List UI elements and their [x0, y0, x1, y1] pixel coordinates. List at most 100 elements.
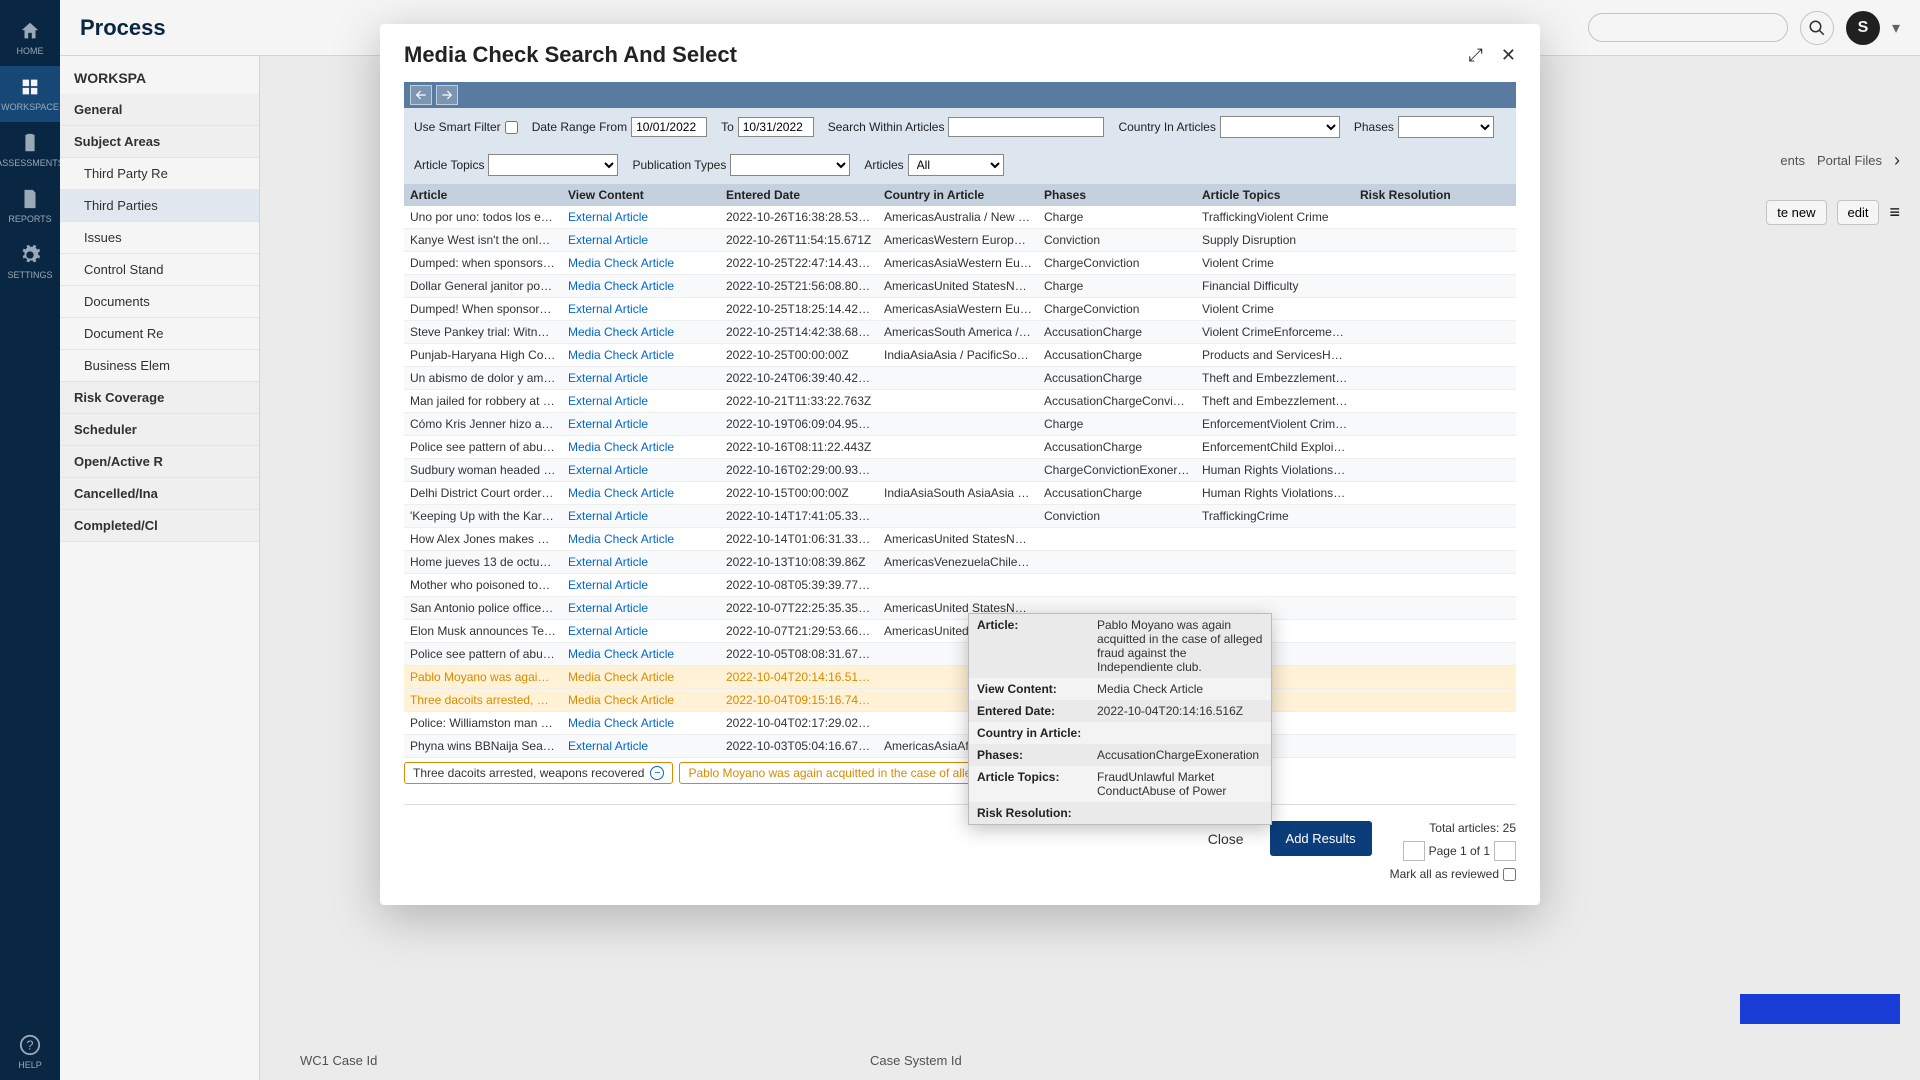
table-cell	[1354, 712, 1512, 734]
table-cell	[878, 436, 1038, 458]
phases-filter-select[interactable]	[1398, 116, 1494, 138]
table-cell[interactable]: External Article	[562, 597, 720, 619]
th-article[interactable]: Article	[404, 184, 562, 206]
table-row[interactable]: Three dacoits arrested, weapon...Media C…	[404, 689, 1516, 712]
table-cell[interactable]: Media Check Article	[562, 643, 720, 665]
table-cell	[1354, 459, 1512, 481]
table-row[interactable]: Pablo Moyano was again acquitt...Media C…	[404, 666, 1516, 689]
pubtypes-filter-label: Publication Types	[632, 158, 726, 172]
table-cell[interactable]: External Article	[562, 298, 720, 320]
table-cell[interactable]: External Article	[562, 413, 720, 435]
th-topics[interactable]: Article Topics	[1196, 184, 1354, 206]
table-cell: 2022-10-25T14:42:38.683Z	[720, 321, 878, 343]
table-cell: Cómo Kris Jenner hizo a las Kar...	[404, 413, 562, 435]
smart-filter-checkbox[interactable]	[505, 121, 518, 134]
table-row[interactable]: Phyna wins BBNaija Season 7, N...Externa…	[404, 735, 1516, 758]
table-cell: Products and ServicesHuman Ri...	[1196, 344, 1354, 366]
table-cell[interactable]: Media Check Article	[562, 689, 720, 711]
tooltip-value: 2022-10-04T20:14:16.516Z	[1097, 704, 1263, 718]
table-cell: 2022-10-25T21:56:08.802Z	[720, 275, 878, 297]
table-row[interactable]: Sudbury woman headed to the ...External …	[404, 459, 1516, 482]
expand-icon[interactable]: ⤢	[1469, 45, 1483, 66]
chip-remove-icon[interactable]: −	[650, 766, 664, 780]
articles-filter-label: Articles	[864, 158, 903, 172]
table-cell[interactable]: Media Check Article	[562, 344, 720, 366]
table-cell: Phyna wins BBNaija Season 7, N...	[404, 735, 562, 757]
table-row[interactable]: Steve Pankey trial: Witness highl...Medi…	[404, 321, 1516, 344]
table-row[interactable]: Dollar General janitor pours ble...Media…	[404, 275, 1516, 298]
table-row[interactable]: Home jueves 13 de octubre de 2...Externa…	[404, 551, 1516, 574]
table-cell	[878, 413, 1038, 435]
table-cell[interactable]: External Article	[562, 367, 720, 389]
tooltip-label: Article Topics:	[977, 770, 1097, 798]
table-cell[interactable]: Media Check Article	[562, 275, 720, 297]
table-row[interactable]: Kanye West isn't the only celebri...Exte…	[404, 229, 1516, 252]
toolbar-back-button[interactable]	[410, 85, 432, 105]
table-row[interactable]: Police: Williamston man charge...Media C…	[404, 712, 1516, 735]
table-row[interactable]: Man jailed for robbery at Darwe...Extern…	[404, 390, 1516, 413]
th-phases[interactable]: Phases	[1038, 184, 1196, 206]
table-row[interactable]: Police see pattern of abuse in to...Medi…	[404, 436, 1516, 459]
table-cell[interactable]: External Article	[562, 620, 720, 642]
page-indicator: Page 1 of 1	[1429, 844, 1490, 858]
table-row[interactable]: Mother who poisoned toddler re...Externa…	[404, 574, 1516, 597]
page-prev-button[interactable]	[1403, 841, 1425, 861]
table-cell[interactable]: Media Check Article	[562, 712, 720, 734]
table-row[interactable]: Delhi District Court order: Kirti K...Me…	[404, 482, 1516, 505]
table-cell[interactable]: External Article	[562, 505, 720, 527]
table-cell[interactable]: Media Check Article	[562, 321, 720, 343]
table-cell	[878, 459, 1038, 481]
table-cell[interactable]: External Article	[562, 574, 720, 596]
toolbar-forward-button[interactable]	[436, 85, 458, 105]
table-cell[interactable]: Media Check Article	[562, 436, 720, 458]
table-cell: Kanye West isn't the only celebri...	[404, 229, 562, 251]
search-articles-input[interactable]	[948, 117, 1104, 137]
table-cell: AccusationCharge	[1038, 344, 1196, 366]
table-cell[interactable]: External Article	[562, 551, 720, 573]
th-date[interactable]: Entered Date	[720, 184, 878, 206]
date-to-input[interactable]	[738, 117, 814, 137]
table-row[interactable]: Dumped: when sponsors cut tie...Media Ch…	[404, 252, 1516, 275]
table-row[interactable]: Un abismo de dolor y amor: las ...Extern…	[404, 367, 1516, 390]
table-cell[interactable]: Media Check Article	[562, 528, 720, 550]
table-cell	[1354, 574, 1512, 596]
table-cell: AmericasUnited StatesNorth Am...	[878, 528, 1038, 550]
th-risk[interactable]: Risk Resolution	[1354, 184, 1512, 206]
mark-reviewed-checkbox[interactable]	[1503, 868, 1516, 881]
close-button[interactable]: Close	[1200, 821, 1252, 857]
th-view[interactable]: View Content	[562, 184, 720, 206]
topics-filter-select[interactable]	[488, 154, 618, 176]
table-row[interactable]: Cómo Kris Jenner hizo a las Kar...Extern…	[404, 413, 1516, 436]
tooltip-value: Media Check Article	[1097, 682, 1263, 696]
table-cell: 2022-10-15T00:00:00Z	[720, 482, 878, 504]
table-row[interactable]: Police see pattern of abuse in to...Medi…	[404, 643, 1516, 666]
page-next-button[interactable]	[1494, 841, 1516, 861]
table-row[interactable]: Dumped! When sponsors cut tie...External…	[404, 298, 1516, 321]
add-results-button[interactable]: Add Results	[1270, 821, 1372, 856]
table-cell[interactable]: External Article	[562, 735, 720, 757]
table-cell[interactable]: Media Check Article	[562, 482, 720, 504]
table-cell	[1354, 367, 1512, 389]
table-row[interactable]: Elon Musk announces Tesla sem...External…	[404, 620, 1516, 643]
table-cell: Human Rights ViolationsTheft a...	[1196, 459, 1354, 481]
country-filter-select[interactable]	[1220, 116, 1340, 138]
pubtypes-filter-select[interactable]	[730, 154, 850, 176]
table-cell[interactable]: Media Check Article	[562, 666, 720, 688]
table-cell[interactable]: Media Check Article	[562, 252, 720, 274]
close-icon[interactable]: ✕	[1501, 45, 1516, 66]
table-row[interactable]: Uno por uno: todos los estrenos ...Exter…	[404, 206, 1516, 229]
table-cell[interactable]: External Article	[562, 229, 720, 251]
table-row[interactable]: How Alex Jones makes millions ...Media C…	[404, 528, 1516, 551]
table-row[interactable]: 'Keeping Up with the Kardashia...Externa…	[404, 505, 1516, 528]
articles-filter-select[interactable]: All	[908, 154, 1004, 176]
table-cell: IndiaAsiaAsia / PacificSouth Asia	[878, 344, 1038, 366]
table-row[interactable]: Punjab-Haryana High Court ord...Media Ch…	[404, 344, 1516, 367]
table-cell: Human Rights ViolationsViolent ...	[1196, 482, 1354, 504]
date-from-input[interactable]	[631, 117, 707, 137]
th-country[interactable]: Country in Article	[878, 184, 1038, 206]
table-row[interactable]: San Antonio police officer fired ...Exte…	[404, 597, 1516, 620]
table-cell[interactable]: External Article	[562, 459, 720, 481]
table-cell[interactable]: External Article	[562, 390, 720, 412]
table-cell[interactable]: External Article	[562, 206, 720, 228]
selected-chip: Three dacoits arrested, weapons recovere…	[404, 762, 673, 784]
